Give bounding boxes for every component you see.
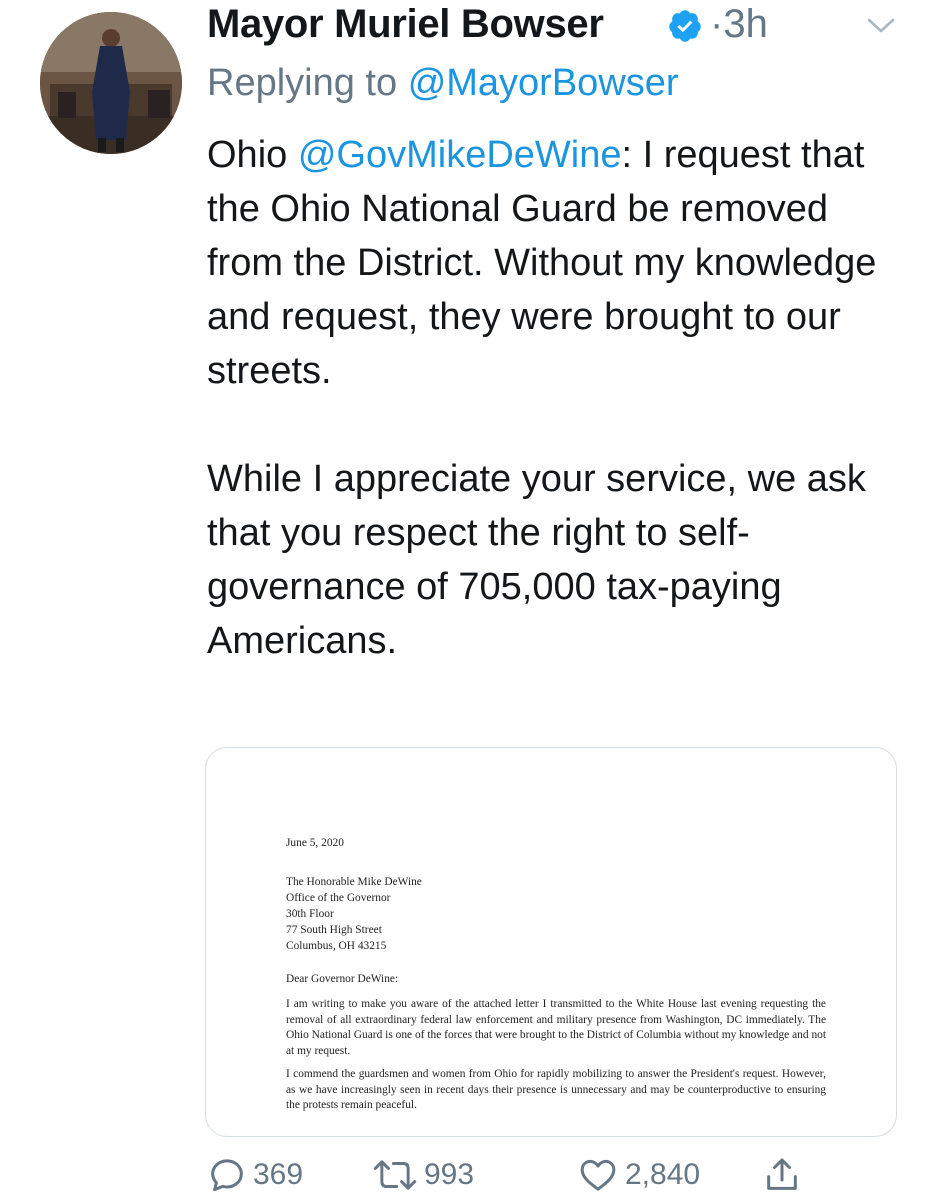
share-button[interactable] [762, 1150, 802, 1200]
letter-address-line: Columbus, OH 43215 [286, 939, 387, 952]
letter-paragraph-1: I am writing to make you aware of the at… [286, 998, 826, 1057]
tweet-timestamp[interactable]: ·3h [710, 2, 768, 47]
letter-paragraph-2: I commend the guardsmen and women from O… [286, 1068, 826, 1111]
time-label: 3h [723, 2, 768, 46]
tweet-header: Mayor Muriel Bowser ·3h [207, 0, 896, 50]
letter-address-line: The Honorable Mike DeWine [286, 875, 422, 888]
letter-address-line: 30th Floor [286, 907, 334, 920]
tweet-paragraph-2: While I appreciate your service, we ask … [207, 458, 866, 662]
replying-to: Replying to @MayorBowser [207, 62, 679, 105]
verified-badge-icon [667, 8, 703, 44]
share-icon [762, 1155, 802, 1195]
mention-link[interactable]: @GovMikeDeWine [298, 134, 622, 176]
replying-handle-link[interactable]: @MayorBowser [408, 62, 679, 104]
letter-date: June 5, 2020 [286, 837, 344, 849]
like-button[interactable]: 2,840 [577, 1150, 700, 1200]
avatar-photo [40, 12, 182, 154]
attached-image-card[interactable]: June 5, 2020 The Honorable Mike DeWine O… [205, 747, 897, 1137]
letter-address-line: Office of the Governor [286, 891, 391, 904]
like-count: 2,840 [625, 1158, 701, 1191]
time-separator: · [710, 2, 724, 46]
retweet-count: 993 [424, 1158, 475, 1191]
heart-icon [577, 1155, 619, 1195]
author-name[interactable]: Mayor Muriel Bowser [207, 2, 604, 47]
letter-address: The Honorable Mike DeWine Office of the … [286, 874, 826, 954]
tweet-text-intro: Ohio [207, 134, 298, 176]
reply-icon [207, 1155, 247, 1195]
letter-address-line: 77 South High Street [286, 923, 382, 936]
reply-button[interactable]: 369 [207, 1150, 303, 1200]
tweet-text: Ohio @GovMikeDeWine: I request that the … [207, 128, 907, 668]
retweet-icon [372, 1155, 418, 1195]
tweet-actions: 369 993 2,840 [207, 1150, 896, 1200]
reply-count: 369 [253, 1158, 304, 1191]
chevron-down-icon[interactable] [866, 16, 896, 36]
letter-greeting: Dear Governor DeWine: [286, 972, 399, 985]
retweet-button[interactable]: 993 [372, 1150, 474, 1200]
tweet-paragraph-1: Ohio @GovMikeDeWine: I request that the … [207, 128, 907, 398]
replying-prefix: Replying to [207, 62, 398, 104]
letter-image: June 5, 2020 The Honorable Mike DeWine O… [286, 836, 826, 1122]
avatar[interactable] [40, 12, 182, 154]
